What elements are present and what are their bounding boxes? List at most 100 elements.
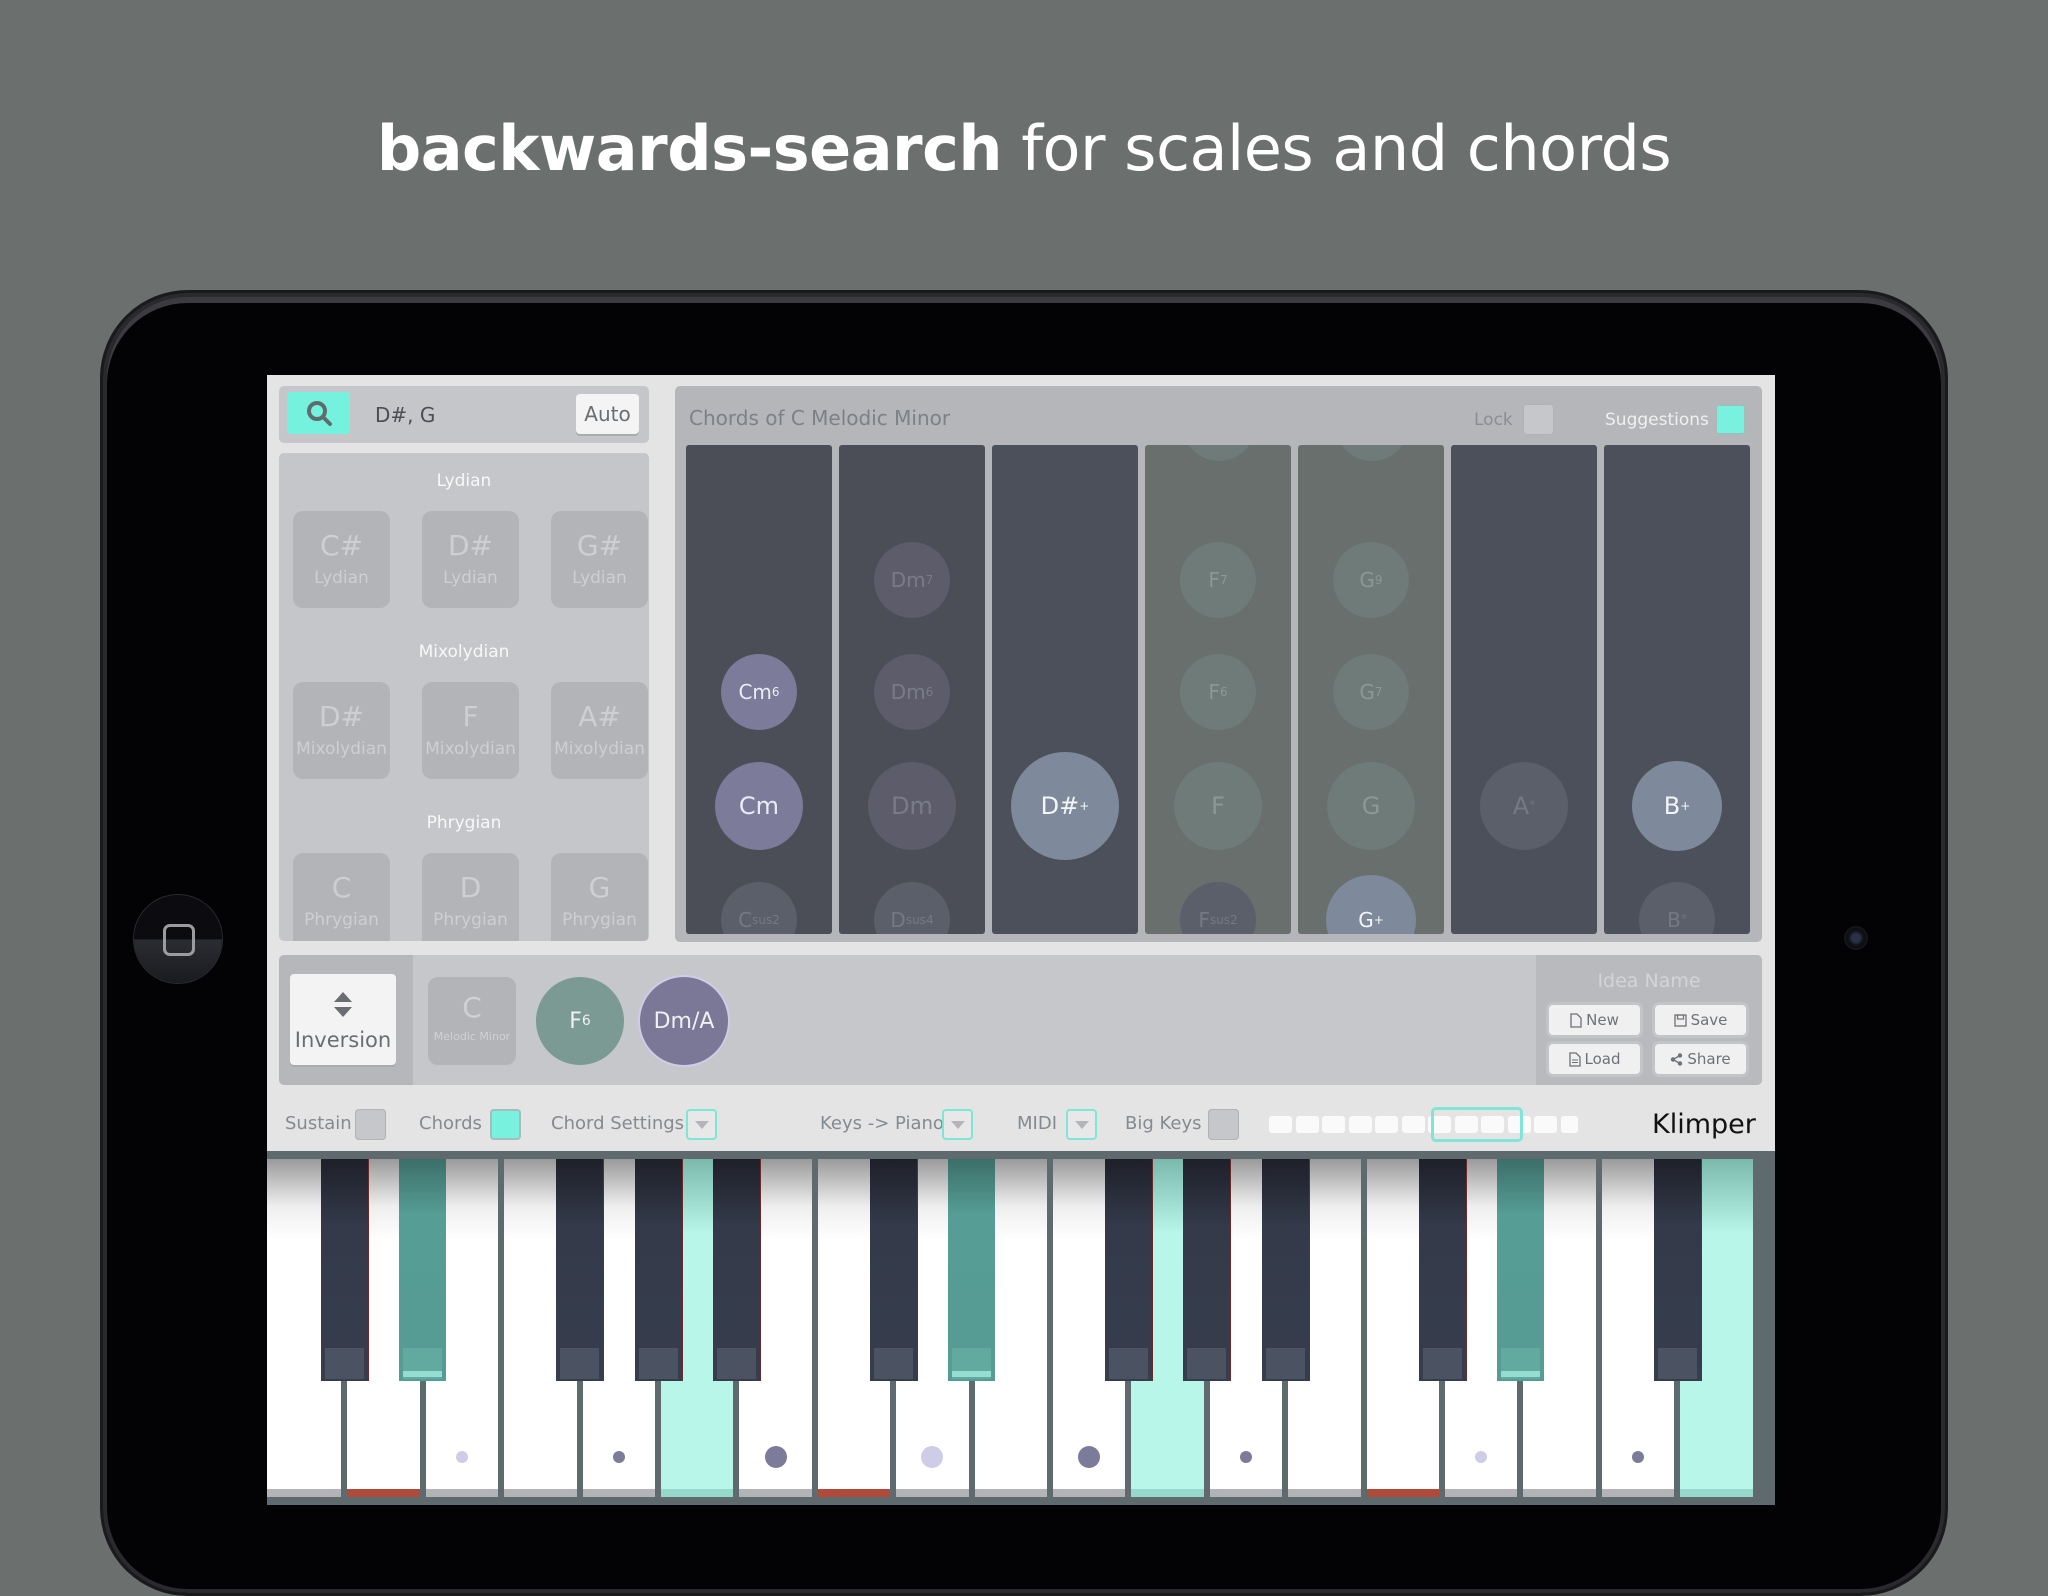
octave-window-handle[interactable] <box>1431 1107 1523 1142</box>
black-key[interactable] <box>634 1159 682 1381</box>
chord-root: B <box>1663 792 1681 820</box>
black-key[interactable] <box>869 1159 917 1381</box>
chord-bubble[interactable]: Dm 7 <box>874 542 950 618</box>
octave-cell[interactable] <box>1269 1116 1292 1133</box>
chord-bubble[interactable]: A ° <box>1480 762 1568 850</box>
scale-tile[interactable]: D# Mixolydian <box>293 682 390 779</box>
chord-bubble[interactable]: G7 <box>1333 654 1409 730</box>
chord-bubble[interactable]: Dsus4 <box>874 882 950 934</box>
scale-tile[interactable]: G Phrygian <box>551 853 648 941</box>
chord-bubble[interactable]: Fsus2 <box>1180 882 1256 934</box>
chord-bubble[interactable]: Dm 6 <box>874 654 950 730</box>
save-button[interactable]: Save <box>1655 1005 1746 1035</box>
share-button[interactable]: Share <box>1655 1044 1746 1074</box>
black-key[interactable] <box>556 1159 604 1381</box>
chord-bubble-offscreen[interactable] <box>1335 445 1409 461</box>
octave-cell[interactable] <box>1401 1116 1425 1133</box>
inversion-button[interactable]: Inversion <box>290 974 396 1065</box>
scale-tile[interactable]: D Phrygian <box>422 853 519 941</box>
lock-checkbox[interactable] <box>1523 404 1554 435</box>
key-base-marker <box>582 1489 655 1497</box>
midi-dropdown[interactable] <box>1066 1109 1097 1140</box>
scale-tile[interactable]: D# Lydian <box>422 511 519 608</box>
black-key[interactable] <box>712 1159 760 1381</box>
scale-tile[interactable]: G# Lydian <box>551 511 648 608</box>
scale-root: C <box>462 991 482 1024</box>
progression-chord-root: F <box>569 1008 582 1034</box>
scale-mode: Mixolydian <box>296 739 387 759</box>
scale-tile[interactable]: A# Mixolydian <box>551 682 648 779</box>
progression-bar: Inversion C Melodic Minor F 6 Dm/A Idea Na… <box>279 955 1762 1085</box>
black-key[interactable] <box>320 1159 368 1381</box>
camera-icon <box>1846 928 1866 948</box>
scale-results-list[interactable]: Lydian C# Lydian D# Lydian G# Lydian Mixolydian… <box>279 453 649 941</box>
black-key-cap <box>403 1348 443 1379</box>
chord-column-d: Dm 7 Dm 6 Dm Dsus4 <box>839 445 985 934</box>
chord-bubble[interactable]: B + <box>1632 761 1722 851</box>
chord-root: Dm <box>890 568 926 592</box>
octave-cell[interactable] <box>1534 1116 1557 1133</box>
auto-button[interactable]: Auto <box>576 394 639 434</box>
octave-cell[interactable] <box>1295 1116 1319 1133</box>
scale-root: A# <box>578 700 621 733</box>
chord-bubble[interactable]: D# + <box>1011 752 1119 860</box>
home-button[interactable] <box>134 895 222 983</box>
progression-chord[interactable]: Dm/A <box>640 977 728 1065</box>
progression-chord[interactable]: F6 <box>536 977 624 1065</box>
chord-bubble[interactable]: G9 <box>1333 542 1409 618</box>
chord-bubble[interactable]: G + <box>1326 875 1416 934</box>
search-button[interactable] <box>287 392 350 434</box>
key-base-marker <box>1445 1489 1518 1497</box>
search-input[interactable]: D#, G <box>375 403 435 427</box>
black-key[interactable] <box>948 1159 996 1381</box>
headline: backwards-search for scales and chords <box>0 112 2048 185</box>
scale-note-dot <box>1078 1446 1101 1468</box>
progression-scale-tile[interactable]: C Melodic Minor <box>428 977 516 1065</box>
chord-bubble[interactable]: B ° <box>1639 882 1715 934</box>
chords-label: Chords <box>419 1113 482 1134</box>
sustain-checkbox[interactable] <box>355 1109 386 1140</box>
key-base-marker <box>974 1489 1047 1497</box>
chord-bubble[interactable]: F <box>1174 762 1262 850</box>
sustain-label: Sustain <box>285 1113 352 1134</box>
chord-bubble[interactable]: Cm <box>715 762 803 850</box>
chord-bubble[interactable]: Cm 6 <box>721 654 797 730</box>
chord-settings-label: Chord Settings <box>551 1113 685 1134</box>
chord-bubble[interactable]: Dm <box>868 762 956 850</box>
chord-bubble[interactable]: G <box>1327 762 1415 850</box>
scale-mode: Melodic Minor <box>433 1030 511 1043</box>
idea-name-input[interactable]: Idea Name <box>1536 970 1762 992</box>
scale-tile[interactable]: C Phrygian <box>293 853 390 941</box>
key-base-marker <box>1288 1489 1361 1497</box>
chord-bubble[interactable]: F6 <box>1180 654 1256 730</box>
scale-tile[interactable]: C# Lydian <box>293 511 390 608</box>
black-key[interactable] <box>1104 1159 1152 1381</box>
chords-checkbox[interactable] <box>490 1109 521 1140</box>
toolbar: Sustain Chords Chord Settings Keys -> Pi… <box>267 1097 1775 1149</box>
chord-settings-dropdown[interactable] <box>686 1109 717 1140</box>
octave-cell[interactable] <box>1560 1116 1578 1133</box>
octave-cell[interactable] <box>1348 1116 1372 1133</box>
octave-cell[interactable] <box>1322 1116 1345 1133</box>
scale-mode: Phrygian <box>304 910 379 930</box>
black-key[interactable] <box>1261 1159 1309 1381</box>
black-key[interactable] <box>399 1159 447 1381</box>
chord-bubble[interactable]: F7 <box>1180 542 1256 618</box>
big-keys-checkbox[interactable] <box>1208 1109 1239 1140</box>
new-button[interactable]: New <box>1549 1005 1640 1035</box>
octave-cell[interactable] <box>1375 1116 1398 1133</box>
scale-mode: Mixolydian <box>554 739 645 759</box>
scale-tile[interactable]: F Mixolydian <box>422 682 519 779</box>
black-key[interactable] <box>1496 1159 1544 1381</box>
black-key[interactable] <box>1183 1159 1231 1381</box>
black-key-cap <box>1108 1348 1148 1379</box>
load-button[interactable]: Load <box>1549 1044 1640 1074</box>
keys-piano-dropdown[interactable] <box>942 1109 973 1140</box>
lock-label: Lock <box>1474 410 1513 430</box>
black-key[interactable] <box>1418 1159 1466 1381</box>
black-key-cap <box>1265 1348 1305 1379</box>
black-key[interactable] <box>1653 1159 1701 1381</box>
chord-bubble-offscreen[interactable] <box>1182 445 1256 461</box>
chord-bubble[interactable]: Csus2 <box>721 882 797 934</box>
suggestions-checkbox[interactable] <box>1715 404 1746 435</box>
